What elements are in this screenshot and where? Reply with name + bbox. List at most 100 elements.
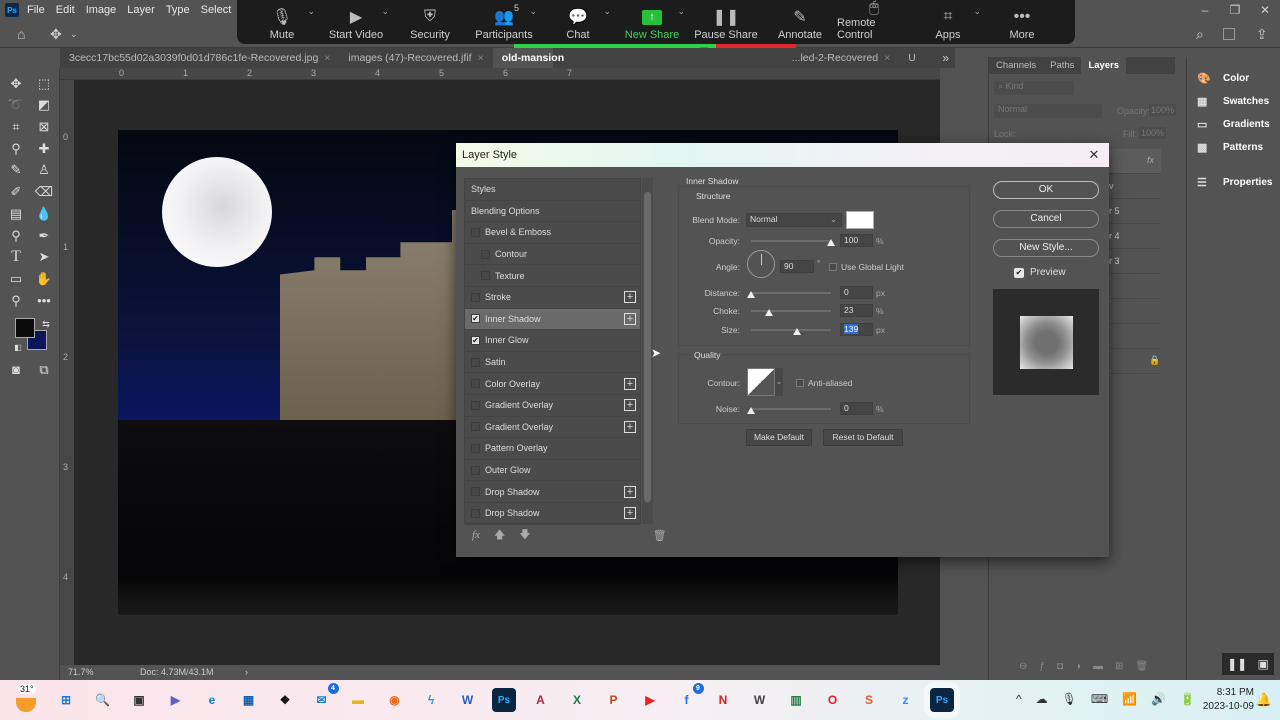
taskbar-youtube-icon[interactable]: ▶ bbox=[638, 688, 662, 712]
add-effect-icon[interactable]: + bbox=[624, 312, 636, 325]
noise-input[interactable]: 0 bbox=[840, 402, 873, 415]
onedrive-icon[interactable]: ☁ bbox=[1036, 692, 1048, 706]
taskbar-photoshop-icon[interactable]: Ps bbox=[492, 688, 516, 712]
default-colors-icon[interactable]: ◧ bbox=[8, 338, 28, 358]
search-icon[interactable]: ⌕ bbox=[1196, 26, 1204, 43]
layer-kind-filter[interactable]: ⌕ Kind bbox=[994, 81, 1074, 95]
style-item[interactable]: Texture bbox=[465, 265, 640, 287]
new-layer-icon[interactable]: ⊞ bbox=[1115, 661, 1135, 672]
style-item[interactable]: Stroke + bbox=[465, 287, 640, 309]
taskbar-opera-icon[interactable]: O bbox=[821, 688, 845, 712]
style-checkbox[interactable] bbox=[471, 292, 480, 302]
pen-tool-icon[interactable]: ✒ bbox=[34, 226, 54, 246]
eraser-tool-icon[interactable]: ⌫ bbox=[34, 182, 54, 202]
microphone-icon[interactable]: 🎙 bbox=[1062, 692, 1077, 706]
chevron-down-icon[interactable]: ⌄ bbox=[603, 6, 611, 17]
battery-icon[interactable]: 🔋 bbox=[1180, 692, 1195, 706]
make-default-button[interactable]: Make Default bbox=[746, 429, 812, 446]
notification-bell-icon[interactable]: 🔔 bbox=[1256, 692, 1272, 708]
taskbar-zoom-icon[interactable]: z bbox=[894, 688, 918, 712]
object-select-tool-icon[interactable]: ◩ bbox=[34, 95, 54, 115]
chevron-down-icon[interactable]: ⌄ bbox=[677, 6, 685, 17]
ok-button[interactable]: OK bbox=[993, 181, 1099, 199]
menu-edit[interactable]: Edit bbox=[56, 4, 75, 16]
taskbar-task-view-icon[interactable]: ▣ bbox=[127, 688, 151, 712]
delete-effect-icon[interactable]: 🗑 bbox=[653, 529, 667, 542]
zoom-security-button[interactable]: ⛨ Security bbox=[393, 0, 467, 44]
menu-layer[interactable]: Layer bbox=[127, 4, 155, 16]
opacity-field[interactable]: 100% bbox=[1149, 104, 1177, 116]
style-item[interactable]: Gradient Overlay + bbox=[465, 417, 640, 439]
panel-color[interactable]: 🎨 Color bbox=[1187, 67, 1280, 90]
style-item[interactable]: Drop Shadow + bbox=[465, 481, 640, 503]
taskbar-photoshop-active-icon[interactable]: Ps bbox=[924, 682, 960, 718]
document-tab[interactable]: 3cecc17bc55d02a3039f0d01d786c1fe-Recover… bbox=[60, 48, 339, 68]
share-icon[interactable]: ⇪ bbox=[1256, 26, 1268, 43]
fill-field[interactable]: 100% bbox=[1139, 127, 1167, 139]
zoom-apps-button[interactable]: ⌗ Apps ⌄ bbox=[911, 0, 985, 44]
zoom-tool-icon[interactable]: ⚲ bbox=[6, 291, 26, 311]
anti-aliased-checkbox[interactable] bbox=[796, 379, 804, 387]
taskbar-teams-icon[interactable]: ▶ bbox=[164, 688, 188, 712]
clock[interactable]: 8:31 PM 2023-10-09 bbox=[1203, 686, 1254, 714]
reset-to-default-button[interactable]: Reset to Default bbox=[823, 429, 903, 446]
move-up-icon[interactable]: 🡅 bbox=[494, 526, 505, 545]
pause-icon[interactable]: ❚❚ bbox=[1227, 657, 1247, 671]
fx-icon[interactable]: ƒ bbox=[1039, 661, 1057, 672]
document-tab[interactable]: U bbox=[899, 48, 925, 68]
choke-slider-thumb[interactable] bbox=[765, 309, 774, 316]
blend-mode-select[interactable]: Normal ⌄ bbox=[746, 213, 842, 227]
style-checkbox[interactable] bbox=[471, 227, 480, 237]
close-tab-icon[interactable]: × bbox=[884, 52, 890, 64]
document-tab[interactable]: images (47)-Recovered.jfif × bbox=[339, 48, 492, 68]
zoom-participants-button[interactable]: 👥 Participants ⌄ 5 bbox=[467, 0, 541, 44]
panel-properties[interactable]: ☰ Properties bbox=[1187, 171, 1280, 194]
taskbar-dropbox-icon[interactable]: ❖ bbox=[273, 688, 297, 712]
global-light-checkbox[interactable] bbox=[829, 263, 837, 271]
opacity-input[interactable]: 100 bbox=[840, 234, 873, 247]
style-item[interactable]: Styles bbox=[465, 179, 640, 201]
close-tab-icon[interactable]: × bbox=[478, 52, 484, 64]
style-checkbox[interactable] bbox=[471, 487, 480, 497]
taskbar-powerpoint-icon[interactable]: P bbox=[602, 688, 626, 712]
close-window-button[interactable]: ✕ bbox=[1250, 0, 1280, 20]
blend-mode-select[interactable]: Normal bbox=[994, 104, 1102, 118]
history-brush-tool-icon[interactable]: ✐ bbox=[6, 182, 26, 202]
restore-button[interactable]: ❐ bbox=[1220, 0, 1250, 20]
minimize-button[interactable]: – bbox=[1190, 0, 1220, 20]
show-hidden-icons[interactable]: ^ bbox=[1016, 692, 1022, 706]
taskbar-app-bars-icon[interactable]: ▥ bbox=[784, 688, 808, 712]
size-input[interactable]: 139 bbox=[840, 323, 873, 336]
style-checkbox[interactable] bbox=[481, 271, 490, 281]
style-checkbox[interactable]: ✔ bbox=[471, 314, 480, 324]
fx-icon[interactable]: fx bbox=[1147, 155, 1154, 165]
quick-mask-icon[interactable]: ◙ bbox=[6, 360, 26, 380]
angle-input[interactable]: 90 bbox=[780, 260, 814, 273]
zoom-start-video-button[interactable]: ▶ Start Video ⌄ bbox=[319, 0, 393, 44]
preview-toggle[interactable]: ✔ Preview bbox=[1014, 267, 1066, 278]
presenter-icon[interactable]: ▣ bbox=[1258, 657, 1269, 671]
close-icon[interactable]: ✕ bbox=[1079, 147, 1109, 163]
style-checkbox[interactable] bbox=[471, 443, 480, 453]
type-tool-icon[interactable]: T bbox=[6, 247, 26, 267]
style-item[interactable]: Bevel & Emboss bbox=[465, 222, 640, 244]
zoom-more-button[interactable]: ••• More bbox=[985, 0, 1059, 44]
add-effect-icon[interactable]: + bbox=[624, 507, 636, 520]
panel-swatches[interactable]: ▦ Swatches bbox=[1187, 90, 1280, 113]
screen-mode-icon[interactable]: ⧉ bbox=[34, 360, 54, 380]
hand-tool-icon[interactable]: ✋ bbox=[34, 269, 54, 289]
taskbar-file-explorer-icon[interactable]: ▬ bbox=[346, 688, 370, 712]
scrollbar-thumb[interactable] bbox=[644, 192, 651, 502]
distance-slider-thumb[interactable] bbox=[747, 291, 755, 298]
weather-widget[interactable]: 31° bbox=[12, 684, 40, 716]
zoom-remote-control-button[interactable]: 🖱 Remote Control bbox=[837, 0, 911, 44]
blur-tool-icon[interactable]: 💧 bbox=[34, 204, 54, 224]
taskbar-app-s2-icon[interactable]: S bbox=[857, 688, 881, 712]
preview-checkbox[interactable]: ✔ bbox=[1014, 267, 1024, 278]
taskbar-app-s-icon[interactable]: ϟ bbox=[419, 688, 443, 712]
crop-tool-icon[interactable]: ⌗ bbox=[6, 117, 26, 137]
rectangle-tool-icon[interactable]: ▭ bbox=[6, 269, 26, 289]
noise-slider-thumb[interactable] bbox=[747, 407, 755, 414]
style-checkbox[interactable]: ✔ bbox=[471, 335, 480, 345]
style-item[interactable]: Outer Glow bbox=[465, 460, 640, 482]
